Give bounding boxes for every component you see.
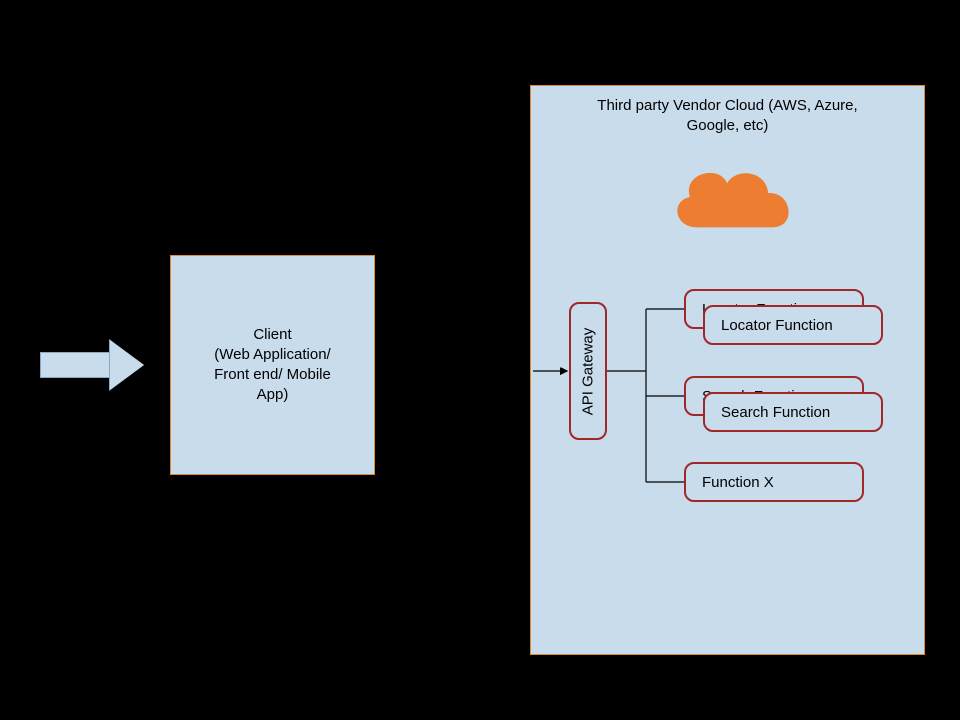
client-label-line3: Front end/ Mobile bbox=[214, 366, 331, 383]
api-gateway-box: API Gateway bbox=[569, 302, 607, 440]
client-label-line1: Client bbox=[253, 326, 291, 343]
cloud-title-line2: Google, etc) bbox=[687, 117, 769, 134]
entry-arrow-shaft bbox=[40, 352, 112, 378]
locator-front-label: Locator Function bbox=[721, 317, 833, 334]
entry-arrow-head bbox=[110, 340, 144, 390]
client-box: Client (Web Application/ Front end/ Mobi… bbox=[170, 255, 375, 475]
function-x-label: Function X bbox=[702, 474, 774, 491]
client-label: Client (Web Application/ Front end/ Mobi… bbox=[214, 325, 331, 406]
entry-arrow bbox=[40, 340, 150, 390]
client-label-line4: App) bbox=[257, 386, 289, 403]
cloud-icon bbox=[661, 154, 801, 242]
cloud-title-line1: Third party Vendor Cloud (AWS, Azure, bbox=[597, 97, 857, 114]
api-gateway-label: API Gateway bbox=[580, 327, 597, 415]
search-function-front: Search Function bbox=[703, 392, 883, 432]
diagram-canvas: Client (Web Application/ Front end/ Mobi… bbox=[0, 0, 960, 720]
cloud-title: Third party Vendor Cloud (AWS, Azure, Go… bbox=[531, 96, 924, 135]
vendor-cloud-container: Third party Vendor Cloud (AWS, Azure, Go… bbox=[530, 85, 925, 655]
search-front-label: Search Function bbox=[721, 404, 830, 421]
client-label-line2: (Web Application/ bbox=[214, 346, 330, 363]
function-x-box: Function X bbox=[684, 462, 864, 502]
locator-function-front: Locator Function bbox=[703, 305, 883, 345]
